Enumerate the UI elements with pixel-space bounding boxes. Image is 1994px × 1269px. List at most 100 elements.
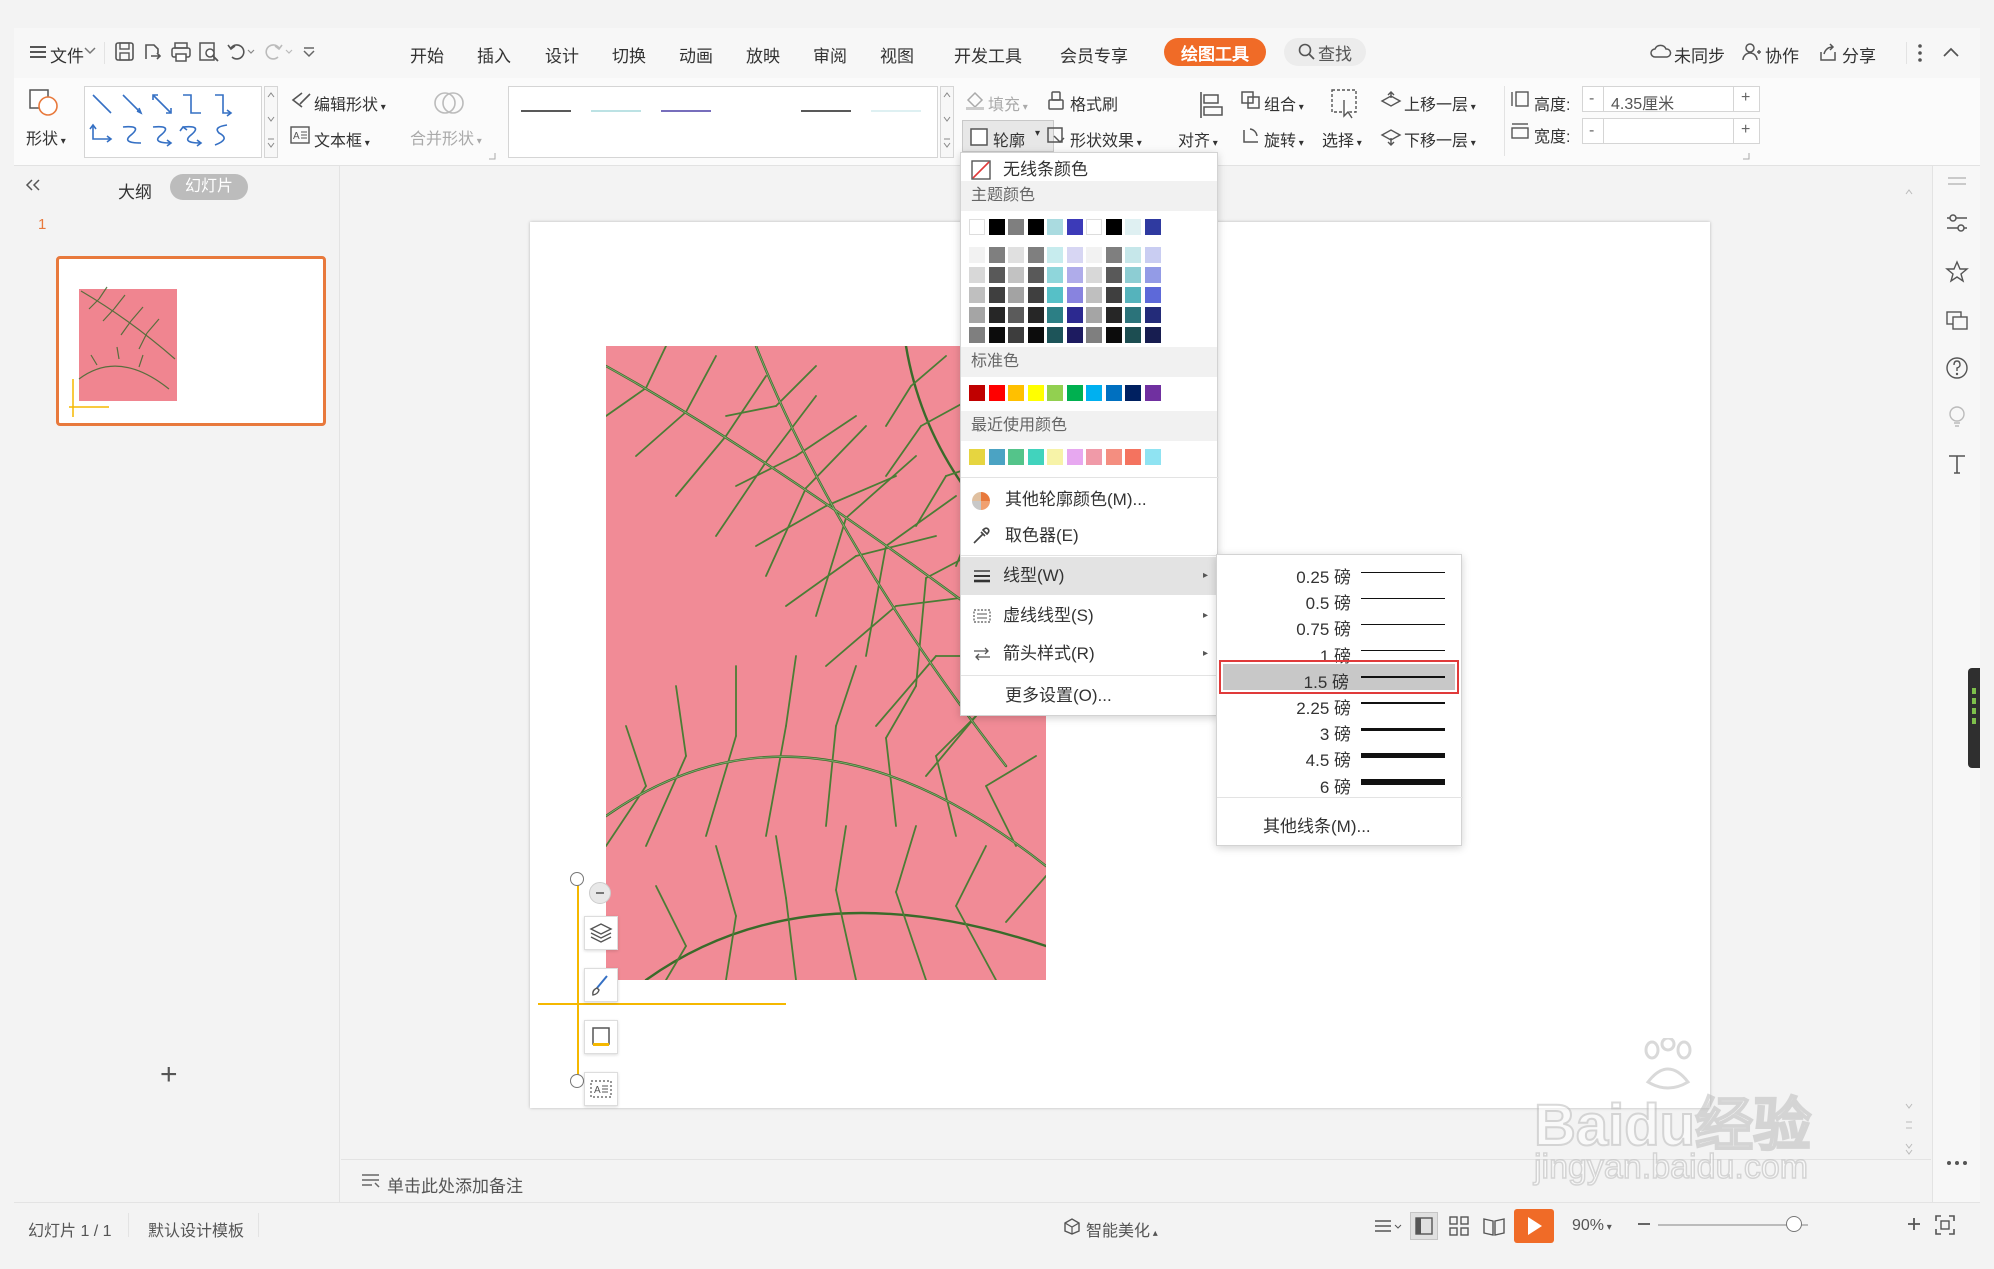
theme-color-swatch[interactable] [1047,219,1063,235]
edit-shape-button[interactable]: 编辑形状 ▾ [314,91,386,115]
theme-color-shade-swatch[interactable] [969,307,985,323]
theme-color-shade-swatch[interactable] [1047,287,1063,303]
theme-color-shade-swatch[interactable] [1105,307,1122,323]
theme-color-shade-swatch[interactable] [1086,287,1102,303]
file-menu[interactable]: 文件 [50,42,84,67]
theme-color-shade-swatch[interactable] [1027,267,1044,283]
theme-color-shade-swatch[interactable] [969,247,985,263]
add-slide-button[interactable]: + [160,1058,178,1092]
fill-button[interactable]: 填充 ▾ [988,91,1028,115]
theme-color-swatch[interactable] [1086,219,1102,235]
eyedropper-item[interactable]: 取色器(E) [961,519,1217,553]
height-input[interactable]: - 4.35厘米 + [1582,86,1760,113]
tab-design[interactable]: 设计 [545,42,579,67]
smart-beautify-button[interactable]: 智能美化 ▴ [1086,1217,1158,1241]
collapse-toolbar-button[interactable] [589,882,611,904]
theme-color-shade-swatch[interactable] [969,267,985,283]
layers-button[interactable] [584,916,618,950]
recent-color-swatch[interactable] [1086,449,1102,465]
help-icon[interactable] [1945,356,1969,380]
theme-color-shade-swatch[interactable] [1105,327,1122,343]
height-decrease[interactable]: - [1589,90,1594,108]
print-preview-icon[interactable] [198,41,220,63]
group-button[interactable]: 组合 ▾ [1264,91,1304,115]
standard-color-swatch[interactable] [1144,385,1161,401]
theme-color-shade-swatch[interactable] [1144,287,1161,303]
zoom-out-icon[interactable] [1636,1216,1652,1232]
theme-color-shade-swatch[interactable] [1008,307,1024,323]
theme-color-shade-swatch[interactable] [988,267,1005,283]
print-icon[interactable] [170,41,192,63]
width-input[interactable]: - + [1582,118,1760,144]
send-backward-button[interactable]: 下移一层 ▾ [1404,127,1476,151]
theme-color-shade-swatch[interactable] [1008,287,1024,303]
animation-star-icon[interactable] [1945,260,1969,284]
more-options-icon[interactable] [1917,43,1923,63]
standard-color-swatch[interactable] [1066,385,1083,401]
theme-color-shade-swatch[interactable] [1086,307,1102,323]
idea-bulb-icon[interactable] [1945,404,1969,428]
theme-color-shade-swatch[interactable] [1047,267,1063,283]
tab-view[interactable]: 视图 [880,42,914,67]
style-gallery-scroll[interactable] [940,86,954,158]
line-weight-option[interactable]: 0.25 磅 [1217,559,1463,587]
recent-color-swatch[interactable] [1027,449,1044,465]
theme-color-shade-swatch[interactable] [969,327,985,343]
format-brush-button[interactable]: 格式刷 [1070,91,1118,115]
normal-view-button[interactable] [1410,1212,1438,1240]
connector-end-handle[interactable] [570,1074,584,1088]
more-outline-colors-item[interactable]: 其他轮廓颜色(M)... [961,483,1217,517]
standard-color-swatch[interactable] [1086,385,1102,401]
theme-color-shade-swatch[interactable] [1027,287,1044,303]
theme-color-shade-swatch[interactable] [1086,327,1102,343]
side-widget-tab[interactable] [1968,668,1980,768]
customize-toolbar-icon[interactable] [302,46,316,58]
height-increase[interactable]: + [1741,89,1750,107]
line-weight-option[interactable]: 1.5 磅 [1219,659,1459,694]
textbox-button[interactable]: 文本框 ▾ [314,127,370,151]
theme-color-shade-swatch[interactable] [1027,327,1044,343]
zoom-slider-thumb[interactable] [1786,1216,1802,1232]
theme-color-shade-swatch[interactable] [988,327,1005,343]
theme-color-shade-swatch[interactable] [1144,327,1161,343]
theme-color-shade-swatch[interactable] [969,287,985,303]
theme-color-shade-swatch[interactable] [1008,327,1024,343]
theme-color-shade-swatch[interactable] [1008,247,1024,263]
theme-color-shade-swatch[interactable] [1105,267,1122,283]
slide-thumbnail[interactable] [56,256,326,426]
collapse-panel-icon[interactable] [24,178,42,192]
tab-insert[interactable]: 插入 [477,42,511,67]
rotate-button[interactable]: 旋转 ▾ [1264,127,1304,151]
tab-developer[interactable]: 开发工具 [954,42,1022,67]
theme-color-shade-swatch[interactable] [988,247,1005,263]
template-name[interactable]: 默认设计模板 [148,1217,244,1241]
size-dialog-launcher-icon[interactable] [1742,152,1750,160]
play-slideshow-button[interactable] [1514,1209,1554,1243]
theme-color-shade-swatch[interactable] [1066,307,1083,323]
line-style-gallery[interactable] [508,86,938,158]
theme-color-shade-swatch[interactable] [1047,307,1063,323]
line-weight-option[interactable]: 1 磅 [1217,638,1463,666]
collapse-ribbon-icon[interactable] [1942,46,1960,58]
standard-color-swatch[interactable] [1027,385,1044,401]
vertical-scrollbar[interactable] [1902,178,1916,1168]
tab-slides[interactable]: 幻灯片 [170,174,248,200]
recent-color-swatch[interactable] [1125,449,1141,465]
tab-start[interactable]: 开始 [410,42,444,67]
standard-color-swatch[interactable] [1125,385,1141,401]
notes-toggle-icon[interactable] [1374,1217,1402,1235]
width-increase[interactable]: + [1741,121,1750,139]
line-weight-option[interactable]: 4.5 磅 [1217,742,1463,770]
group-expand-icon[interactable] [488,152,496,160]
theme-color-shade-swatch[interactable] [988,287,1005,303]
theme-color-shade-swatch[interactable] [1008,267,1024,283]
theme-color-shade-swatch[interactable] [988,307,1005,323]
theme-color-shade-swatch[interactable] [1125,287,1141,303]
outline-button[interactable]: 轮廓 ▾ [962,120,1054,152]
more-lines-item[interactable]: 其他线条(M)... [1217,803,1463,841]
sync-status[interactable]: 未同步 [1674,42,1725,67]
select-button[interactable]: 选择 ▾ [1322,127,1362,151]
theme-color-swatch[interactable] [969,219,985,235]
theme-color-shade-swatch[interactable] [1125,307,1141,323]
recent-color-swatch[interactable] [1008,449,1024,465]
